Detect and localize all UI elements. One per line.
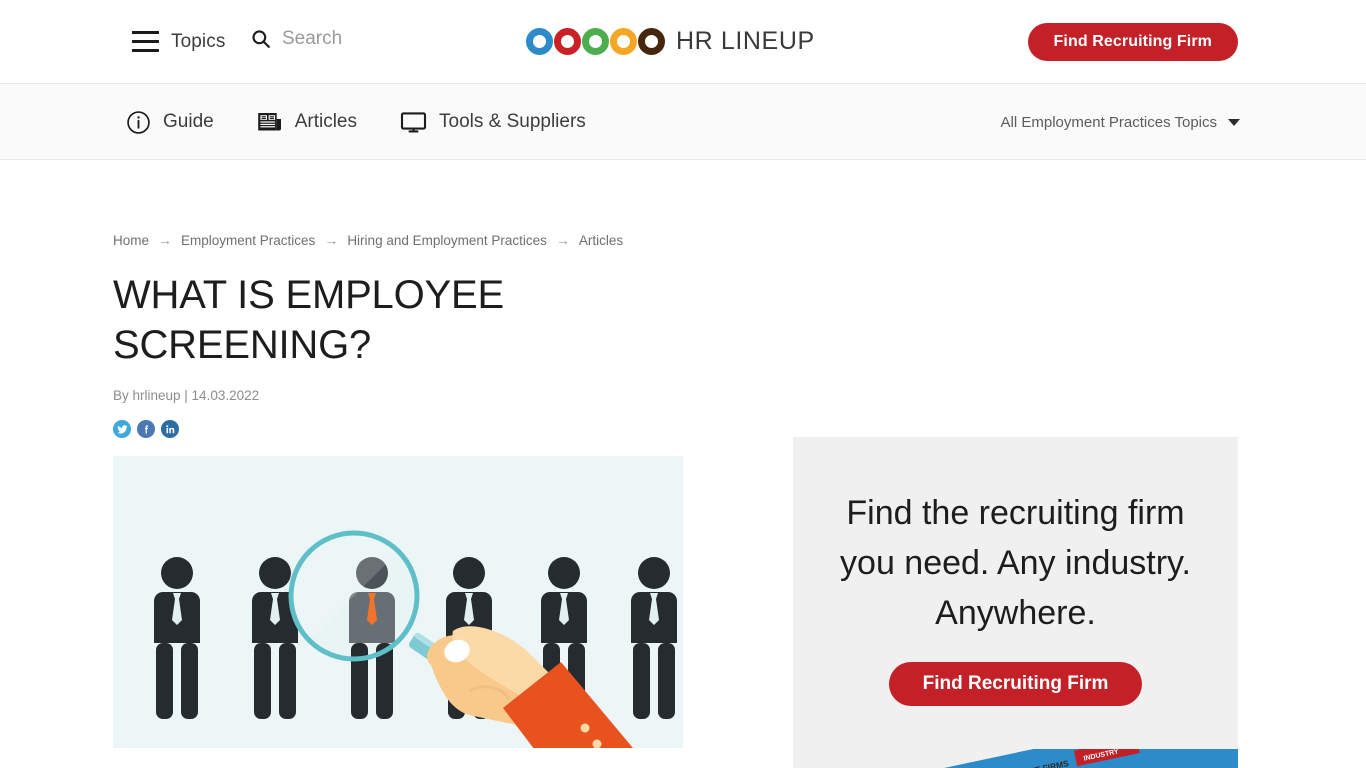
linkedin-share-icon[interactable] — [161, 420, 179, 438]
hamburger-bar — [132, 49, 159, 52]
all-topics-dropdown-label: All Employment Practices Topics — [1000, 113, 1217, 131]
logo-rings — [526, 28, 665, 55]
search-box[interactable] — [250, 28, 462, 50]
info-circle-icon — [126, 110, 151, 135]
breadcrumb-separator-icon: → — [555, 232, 570, 248]
newspaper-icon — [257, 110, 283, 134]
chevron-down-icon — [1228, 118, 1240, 126]
ring-orange — [610, 28, 637, 55]
article-container: WHAT IS EMPLOYEE SCREENING? By hrlineup … — [113, 270, 685, 748]
ring-brown — [638, 28, 665, 55]
monitor-icon — [400, 110, 427, 134]
nav-item-label: Articles — [294, 111, 357, 132]
all-topics-dropdown[interactable]: All Employment Practices Topics — [1001, 84, 1240, 160]
us-recruitment-firms-map-image: 9,346 RECRUITMENT FIRMS INDUSTRY — [793, 749, 1238, 768]
logo-text: HR LINEUP — [676, 27, 815, 55]
hamburger-bar — [132, 40, 159, 43]
breadcrumb: Home → Employment Practices → Hiring and… — [113, 232, 623, 248]
search-input[interactable] — [282, 28, 462, 50]
facebook-share-icon[interactable] — [137, 420, 155, 438]
site-logo[interactable]: HR LINEUP — [526, 27, 815, 56]
ring-green — [582, 28, 609, 55]
sidebar-advertisement: Find the recruiting firm you need. Any i… — [793, 437, 1238, 768]
ad-headline: Find the recruiting firm you need. Any i… — [840, 494, 1191, 632]
breadcrumb-item-articles[interactable]: Articles — [579, 233, 623, 248]
find-recruiting-firm-button-sidebar[interactable]: Find Recruiting Firm — [888, 662, 1143, 706]
twitter-share-icon[interactable] — [113, 420, 131, 438]
find-recruiting-firm-button-header[interactable]: Find Recruiting Firm — [1027, 23, 1238, 61]
hamburger-icon[interactable] — [132, 31, 159, 52]
breadcrumb-separator-icon: → — [158, 232, 173, 248]
page-title: WHAT IS EMPLOYEE SCREENING? — [113, 273, 504, 367]
nav-item-guide[interactable]: Guide — [126, 110, 214, 135]
article-hero-image — [113, 456, 683, 748]
breadcrumb-item-hiring-and-employment-practices[interactable]: Hiring and Employment Practices — [347, 233, 547, 248]
nav-item-label: Tools & Suppliers — [439, 111, 586, 132]
ring-blue — [526, 28, 553, 55]
breadcrumb-item-home[interactable]: Home — [113, 233, 149, 248]
nav-item-tools-suppliers[interactable]: Tools & Suppliers — [400, 110, 586, 134]
ring-red — [554, 28, 581, 55]
secondary-nav-items: Guide Articles Tools & Suppliers — [126, 84, 586, 160]
social-share-bar — [113, 420, 685, 438]
hamburger-bar — [132, 31, 159, 34]
topics-menu-button[interactable]: Topics — [171, 31, 225, 53]
breadcrumb-item-employment-practices[interactable]: Employment Practices — [181, 233, 315, 248]
secondary-nav: Guide Articles Tools & Suppliers All Emp… — [0, 84, 1366, 160]
search-icon — [250, 28, 272, 50]
article-byline: By hrlineup | 14.03.2022 — [113, 388, 260, 403]
nav-item-articles[interactable]: Articles — [257, 110, 357, 134]
nav-item-label: Guide — [163, 111, 214, 132]
breadcrumb-separator-icon: → — [324, 232, 339, 248]
site-header: Topics HR LINEUP Find Recruiting Firm — [0, 0, 1366, 84]
